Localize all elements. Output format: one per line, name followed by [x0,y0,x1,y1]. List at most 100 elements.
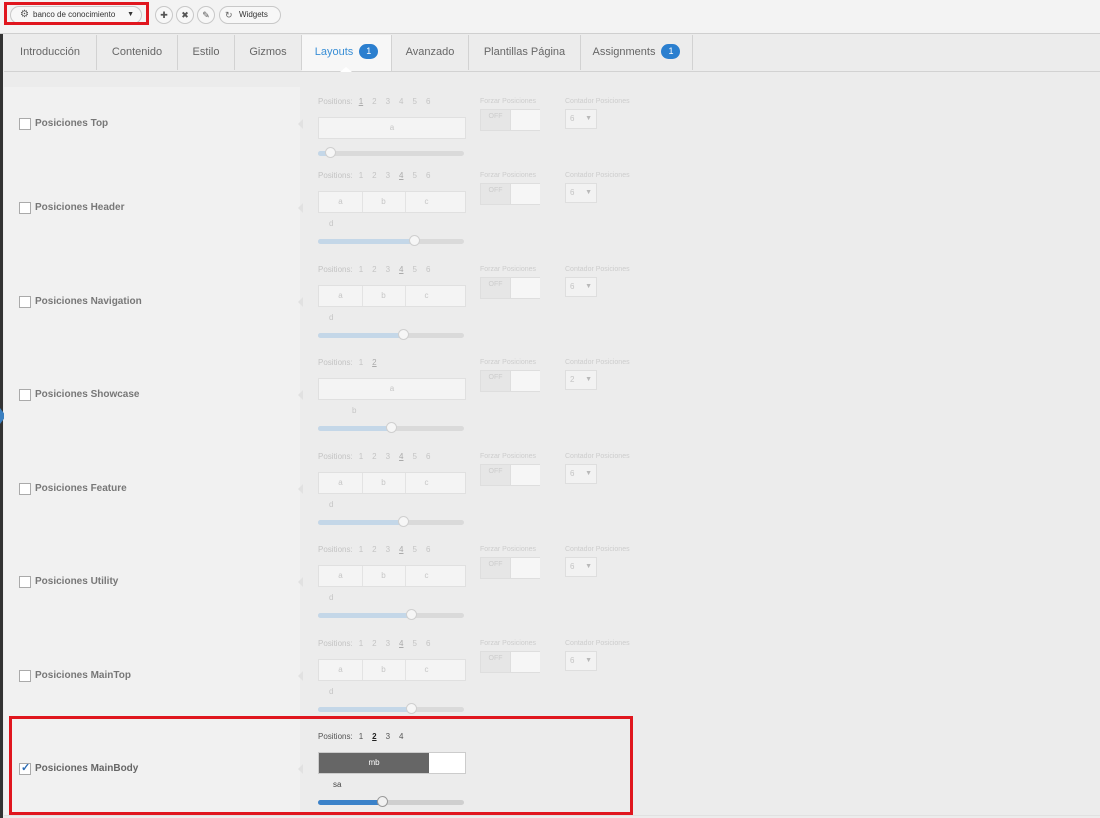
widgets-button[interactable]: ↻ Widgets [219,6,281,24]
position-count-option[interactable]: 2 [372,97,376,106]
row-checkbox[interactable] [19,296,31,308]
position-count-option[interactable]: 3 [386,265,390,274]
position-cell[interactable]: c [405,286,448,306]
position-cell[interactable]: c [405,473,448,493]
position-slider[interactable] [318,516,464,527]
position-count-option[interactable]: 2 [372,452,376,461]
force-positions-toggle[interactable]: OFF [480,277,540,299]
tab-introduccion[interactable]: Introducción [4,35,97,70]
position-count-option[interactable]: 1 [359,452,363,461]
row-checkbox[interactable] [19,483,31,495]
row-checkbox[interactable] [19,670,31,682]
position-count-option[interactable]: 5 [413,171,417,180]
position-count-option[interactable]: 5 [413,452,417,461]
position-slider[interactable] [318,703,464,714]
position-cell[interactable]: b [362,660,406,680]
tab-layouts[interactable]: Layouts 1 [302,35,392,71]
position-cell[interactable]: b [362,286,406,306]
force-positions-toggle[interactable]: OFF [480,370,540,392]
tab-contenido[interactable]: Contenido [97,35,178,70]
slider-knob[interactable] [324,147,336,158]
count-positions-select[interactable]: 6 ▼ [565,109,597,129]
count-positions-select[interactable]: 6 ▼ [565,557,597,577]
slider-knob[interactable] [386,422,397,433]
position-count-option[interactable]: 2 [372,545,376,554]
position-count-option[interactable]: 5 [413,97,417,106]
position-cell-wrapped[interactable]: b [352,406,356,415]
position-cell[interactable]: b [362,566,406,586]
position-count-option[interactable]: 6 [426,452,430,461]
position-count-option[interactable]: 6 [426,171,430,180]
position-count-option[interactable]: 1 [359,97,363,106]
position-cell-wrapped[interactable]: d [329,219,333,228]
position-slider[interactable] [318,609,464,620]
position-cell[interactable]: a [319,192,363,212]
tab-avanzado[interactable]: Avanzado [392,35,469,70]
force-positions-toggle[interactable]: OFF [480,651,540,673]
force-positions-toggle[interactable]: OFF [480,464,540,486]
position-slider[interactable] [318,422,464,433]
position-cell[interactable]: c [405,566,448,586]
edit-preset-button[interactable]: ✎ [197,6,215,24]
position-cell[interactable]: c [405,660,448,680]
count-positions-select[interactable]: 6 ▼ [565,651,597,671]
position-count-option[interactable]: 6 [426,97,430,106]
slider-knob[interactable] [397,516,409,527]
position-count-option[interactable]: 6 [426,639,430,648]
position-count-option[interactable]: 4 [399,732,403,741]
position-slider[interactable] [318,147,464,158]
position-cell[interactable]: b [362,192,406,212]
position-slider[interactable] [318,235,464,246]
tab-plantillas-pagina[interactable]: Plantillas Página [469,35,581,70]
position-count-option[interactable]: 3 [386,97,390,106]
count-positions-select[interactable]: 6 ▼ [565,183,597,203]
position-cell[interactable]: a [319,473,363,493]
position-count-option[interactable]: 2 [372,171,376,180]
position-cell[interactable]: c [405,192,448,212]
position-cell-wrapped[interactable]: d [329,593,333,602]
position-count-option[interactable]: 1 [359,732,363,741]
position-cell-wrapped[interactable]: d [329,313,333,322]
count-positions-select[interactable]: 6 ▼ [565,464,597,484]
count-positions-select[interactable]: 2 ▼ [565,370,597,390]
position-cell[interactable]: a [319,118,465,138]
position-cell[interactable]: a [319,566,363,586]
position-slider[interactable] [318,796,464,807]
position-count-option[interactable]: 1 [359,265,363,274]
position-count-option[interactable]: 4 [399,639,403,648]
position-cell[interactable]: a [319,286,363,306]
preset-select[interactable]: ⚙ banco de conocimiento ▼ [10,6,142,24]
position-cell[interactable]: mb [319,753,429,773]
tab-estilo[interactable]: Estilo [178,35,235,70]
position-count-option[interactable]: 4 [399,452,403,461]
force-positions-toggle[interactable]: OFF [480,109,540,131]
position-count-option[interactable]: 6 [426,545,430,554]
row-checkbox[interactable] [19,389,31,401]
position-count-option[interactable]: 5 [413,639,417,648]
row-checkbox[interactable] [19,202,31,214]
delete-preset-button[interactable]: ✖ [176,6,194,24]
position-count-option[interactable]: 4 [399,265,403,274]
force-positions-toggle[interactable]: OFF [480,557,540,579]
position-cell[interactable]: a [319,660,363,680]
force-positions-toggle[interactable]: OFF [480,183,540,205]
position-count-option[interactable]: 4 [399,97,403,106]
position-count-option[interactable]: 3 [386,171,390,180]
add-preset-button[interactable]: ✚ [155,6,173,24]
position-count-option[interactable]: 4 [399,545,403,554]
position-count-option[interactable]: 3 [386,732,390,741]
position-count-option[interactable]: 5 [413,265,417,274]
position-cell-wrapped[interactable]: d [329,500,333,509]
position-count-option[interactable]: 3 [386,452,390,461]
position-cell-wrapped[interactable]: d [329,687,333,696]
count-positions-select[interactable]: 6 ▼ [565,277,597,297]
position-count-option[interactable]: 1 [359,545,363,554]
position-count-option[interactable]: 1 [359,171,363,180]
position-count-option[interactable]: 2 [372,639,376,648]
position-slider[interactable] [318,329,464,340]
position-cell-wrapped[interactable]: sa [333,780,341,789]
position-cell[interactable]: a [319,379,465,399]
position-count-option[interactable]: 3 [386,545,390,554]
slider-knob[interactable] [397,329,409,340]
position-count-option[interactable]: 6 [426,265,430,274]
